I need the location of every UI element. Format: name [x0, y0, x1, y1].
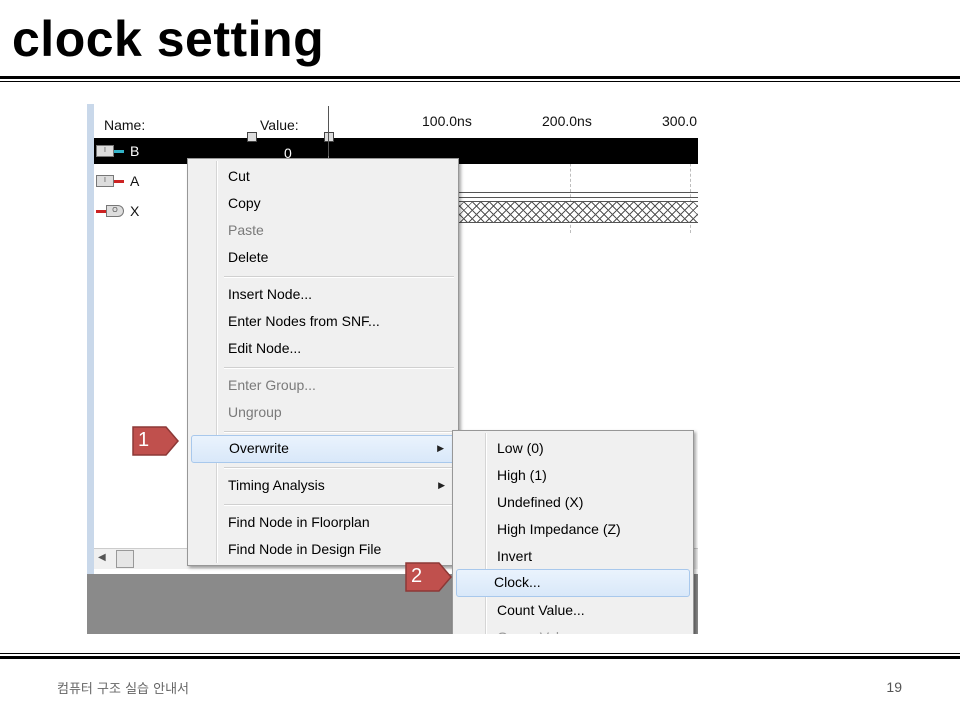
scroll-left-icon[interactable]: ◀: [98, 552, 106, 563]
input-pin-icon: I: [96, 145, 114, 157]
submenu-arrow-icon: ▶: [437, 443, 444, 453]
node-name: B: [130, 143, 140, 159]
node-b[interactable]: I B: [96, 142, 139, 160]
submenu-item-group-value[interactable]: Group Value...: [487, 624, 690, 634]
name-column-header: Name:: [104, 117, 146, 133]
page-number: 19: [886, 679, 902, 695]
title-rule: [0, 76, 960, 79]
submenu-item-undefined[interactable]: Undefined (X): [487, 489, 690, 515]
submenu-arrow-icon: ▶: [438, 480, 445, 490]
time-cursor[interactable]: [328, 106, 329, 156]
waveform-a: [457, 192, 698, 198]
node-x[interactable]: O X: [96, 202, 139, 220]
menu-item-find-node-in-design-file[interactable]: Find Node in Design File: [218, 536, 455, 562]
callout-2: 2: [405, 562, 452, 592]
column-resize-handle[interactable]: [324, 132, 334, 142]
submenu-item-high[interactable]: High (1): [487, 462, 690, 488]
time-mark: 300.0: [662, 113, 698, 129]
footer-text: 컴퓨터 구조 실습 안내서: [57, 682, 189, 697]
submenu-item-high-impedance[interactable]: High Impedance (Z): [487, 516, 690, 542]
overwrite-submenu: Low (0) High (1) Undefined (X) High Impe…: [452, 430, 694, 634]
value-column-header: Value:: [260, 117, 299, 133]
menu-item-label: Timing Analysis: [228, 477, 325, 493]
menu-item-overwrite[interactable]: Overwrite ▶: [191, 435, 455, 463]
callout-label: 1: [138, 429, 150, 451]
submenu-item-count-value[interactable]: Count Value...: [487, 597, 690, 623]
waveform-editor-screenshot: Name: Value: 100.0ns 200.0ns 300.0 0 I B…: [87, 104, 698, 634]
menu-item-ungroup[interactable]: Ungroup: [218, 399, 455, 425]
footer-rule-thin: [0, 653, 960, 654]
node-name: A: [130, 173, 140, 189]
menu-item-cut[interactable]: Cut: [218, 163, 455, 189]
pin-lead: [96, 209, 106, 213]
input-pin-icon: I: [96, 175, 114, 187]
scroll-thumb[interactable]: [116, 550, 134, 568]
time-mark: 200.0ns: [542, 113, 592, 129]
menu-separator: [224, 431, 454, 433]
menu-separator: [224, 504, 454, 506]
waveform-x-undefined: [457, 201, 698, 223]
submenu-item-invert[interactable]: Invert: [487, 543, 690, 569]
menu-item-edit-node[interactable]: Edit Node...: [218, 335, 455, 361]
time-mark: 100.0ns: [422, 113, 472, 129]
footer-rule: [0, 656, 960, 659]
waveform-header: Name: Value: 100.0ns 200.0ns 300.0: [94, 104, 698, 138]
menu-item-label: Overwrite: [229, 440, 289, 456]
menu-separator: [224, 276, 454, 278]
menu-item-copy[interactable]: Copy: [218, 190, 455, 216]
title-rule-thin: [0, 81, 960, 82]
pin-lead: [114, 179, 124, 183]
menu-separator: [224, 367, 454, 369]
submenu-item-clock[interactable]: Clock...: [456, 569, 690, 597]
submenu-item-low[interactable]: Low (0): [487, 435, 690, 461]
menu-item-paste[interactable]: Paste: [218, 217, 455, 243]
menu-item-insert-node[interactable]: Insert Node...: [218, 281, 455, 307]
menu-separator: [224, 467, 454, 469]
callout-1: 1: [132, 426, 179, 456]
menu-item-enter-group[interactable]: Enter Group...: [218, 372, 455, 398]
column-resize-handle[interactable]: [247, 132, 257, 142]
slide-title: clock setting: [12, 11, 325, 67]
window-border: [87, 104, 94, 574]
callout-label: 2: [411, 565, 423, 587]
node-a[interactable]: I A: [96, 172, 139, 190]
node-name: X: [130, 203, 140, 219]
menu-item-timing-analysis[interactable]: Timing Analysis ▶: [218, 472, 455, 498]
menu-item-enter-nodes-from-snf[interactable]: Enter Nodes from SNF...: [218, 308, 455, 334]
output-pin-icon: O: [106, 205, 124, 217]
menu-item-delete[interactable]: Delete: [218, 244, 455, 270]
menu-item-find-node-in-floorplan[interactable]: Find Node in Floorplan: [218, 509, 455, 535]
context-menu: Cut Copy Paste Delete Insert Node... Ent…: [187, 158, 459, 566]
pin-lead: [114, 149, 124, 153]
